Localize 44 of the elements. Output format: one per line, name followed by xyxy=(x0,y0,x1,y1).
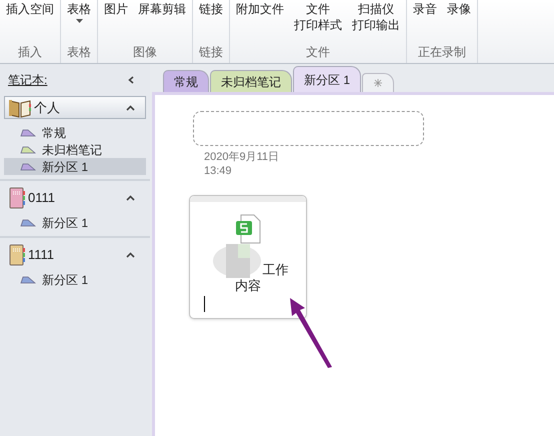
group-label: 链接 xyxy=(199,44,223,60)
blurred-region xyxy=(212,244,262,278)
spreadsheet-file-icon xyxy=(235,214,261,244)
section-item[interactable]: 新分区 1 xyxy=(4,271,146,288)
notebook-item[interactable]: 1111 xyxy=(4,243,146,266)
ribbon-button[interactable]: 插入空间 xyxy=(6,1,54,44)
expand-toggle-icon[interactable] xyxy=(126,252,135,258)
section-item[interactable]: 未归档笔记 xyxy=(4,141,146,158)
section-tab[interactable]: 常规 xyxy=(163,70,209,92)
annotation-arrow xyxy=(288,296,334,368)
ribbon-button[interactable]: 录像 xyxy=(447,1,471,44)
page-date: 2020年9月11日 xyxy=(204,150,280,164)
notebook-item[interactable]: 0111 xyxy=(4,186,146,209)
ribbon-button[interactable]: 链接 xyxy=(199,1,223,44)
page-title-field[interactable] xyxy=(193,111,424,146)
page-time: 13:49 xyxy=(204,164,233,178)
section-item[interactable]: 常规 xyxy=(4,124,146,141)
section-tab[interactable]: 未归档笔记 xyxy=(210,70,292,92)
ribbon-button[interactable]: 录音 xyxy=(413,1,437,44)
note-text: 内容 xyxy=(235,278,261,294)
pane-title: 笔记本: xyxy=(8,72,48,89)
group-label: 插入 xyxy=(17,44,43,60)
section-item[interactable]: 新分区 1 xyxy=(4,214,146,231)
ribbon-button[interactable]: 文件 打印样式 xyxy=(294,1,342,44)
container-handle-bar[interactable] xyxy=(190,196,306,202)
expand-toggle-icon[interactable] xyxy=(126,104,135,110)
ribbon-button[interactable]: 附加文件 xyxy=(236,1,284,44)
section-tab[interactable]: 新分区 1 xyxy=(293,66,362,92)
sparkle-icon xyxy=(374,79,382,87)
group-label: 表格 xyxy=(67,44,91,60)
dropdown-caret-icon xyxy=(76,19,82,23)
group-label: 正在录制 xyxy=(417,44,467,60)
text-cursor xyxy=(204,296,205,312)
notebook-item[interactable]: 个人 xyxy=(4,96,146,119)
group-label: 文件 xyxy=(305,44,331,60)
note-text: 工作 xyxy=(262,262,288,278)
expand-toggle-icon[interactable] xyxy=(126,194,135,200)
group-label: 图像 xyxy=(132,44,158,60)
ribbon-button[interactable]: 扫描仪 打印输出 xyxy=(352,1,400,44)
ribbon-button[interactable]: 图片 xyxy=(104,1,128,44)
ribbon-button[interactable]: 表格 xyxy=(67,1,91,44)
ribbon-button[interactable]: 屏幕剪辑 xyxy=(138,1,186,44)
section-item[interactable]: 新分区 1 xyxy=(4,158,146,175)
collapse-icon[interactable] xyxy=(128,76,134,84)
